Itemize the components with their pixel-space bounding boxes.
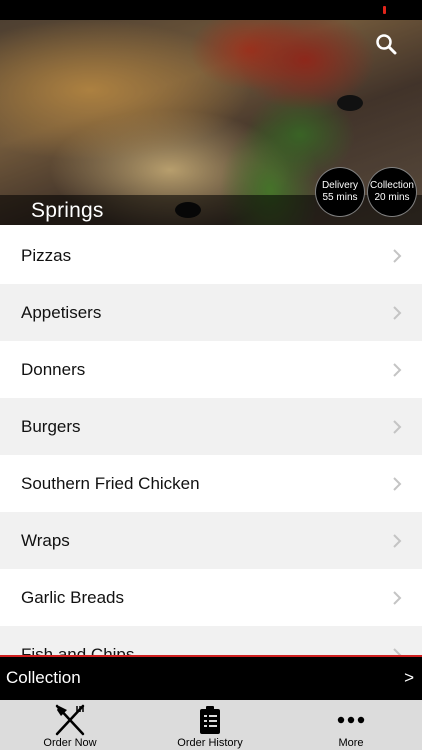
collection-time: 20 mins — [374, 192, 410, 203]
chevron-right-icon — [393, 362, 402, 377]
menu-item-label: Wraps — [21, 530, 70, 550]
chevron-right-icon — [393, 476, 402, 491]
menu-item-pizzas[interactable]: Pizzas — [0, 227, 422, 284]
menu-item-label: Fish and Chips — [21, 644, 135, 656]
menu-item-southern-fried-chicken[interactable]: Southern Fried Chicken — [0, 455, 422, 512]
delivery-time-badge: Delivery 55 mins — [315, 167, 365, 217]
chevron-right-icon — [393, 590, 402, 605]
menu-category-list: Pizzas Appetisers Donners Burgers Southe… — [0, 227, 422, 655]
olive-decoration — [337, 95, 363, 111]
fork-knife-icon — [53, 704, 87, 736]
order-mode-label: Collection — [6, 668, 81, 687]
order-mode-bar[interactable]: Collection > — [0, 655, 422, 700]
bottom-tab-bar: Order Now Order History More — [0, 700, 422, 750]
chevron-right-icon — [393, 647, 402, 655]
menu-item-donners[interactable]: Donners — [0, 341, 422, 398]
more-dots-icon — [337, 704, 365, 736]
delivery-time: 55 mins — [322, 192, 358, 203]
clipboard-list-icon — [199, 704, 221, 736]
menu-item-burgers[interactable]: Burgers — [0, 398, 422, 455]
tab-label: Order Now — [43, 737, 97, 749]
hero-banner: Springs Delivery 55 mins Collection 20 m… — [0, 20, 422, 225]
search-icon — [376, 34, 397, 55]
tab-more[interactable]: More — [281, 700, 421, 750]
order-mode-arrow: > — [404, 668, 414, 687]
tab-order-now[interactable]: Order Now — [0, 700, 140, 750]
menu-item-label: Burgers — [21, 416, 81, 436]
menu-item-label: Southern Fried Chicken — [21, 473, 200, 493]
status-bar — [0, 0, 422, 20]
menu-item-appetisers[interactable]: Appetisers — [0, 284, 422, 341]
tab-label: Order History — [177, 737, 243, 749]
menu-item-garlic-breads[interactable]: Garlic Breads — [0, 569, 422, 626]
collection-label: Collection — [370, 180, 414, 191]
chevron-right-icon — [393, 533, 402, 548]
menu-item-label: Garlic Breads — [21, 587, 124, 607]
menu-item-label: Appetisers — [21, 302, 102, 322]
menu-item-label: Donners — [21, 359, 86, 379]
chevron-right-icon — [393, 248, 402, 263]
chevron-right-icon — [393, 305, 402, 320]
menu-item-fish-and-chips[interactable]: Fish and Chips — [0, 626, 422, 655]
store-name: Springs — [31, 199, 104, 222]
delivery-label: Delivery — [321, 180, 359, 191]
collection-time-badge: Collection 20 mins — [367, 167, 417, 217]
tab-order-history[interactable]: Order History — [140, 700, 280, 750]
menu-item-label: Pizzas — [21, 245, 72, 265]
status-indicator — [383, 6, 386, 14]
menu-item-wraps[interactable]: Wraps — [0, 512, 422, 569]
tab-label: More — [338, 737, 364, 749]
search-button[interactable] — [374, 32, 398, 56]
chevron-right-icon — [393, 419, 402, 434]
